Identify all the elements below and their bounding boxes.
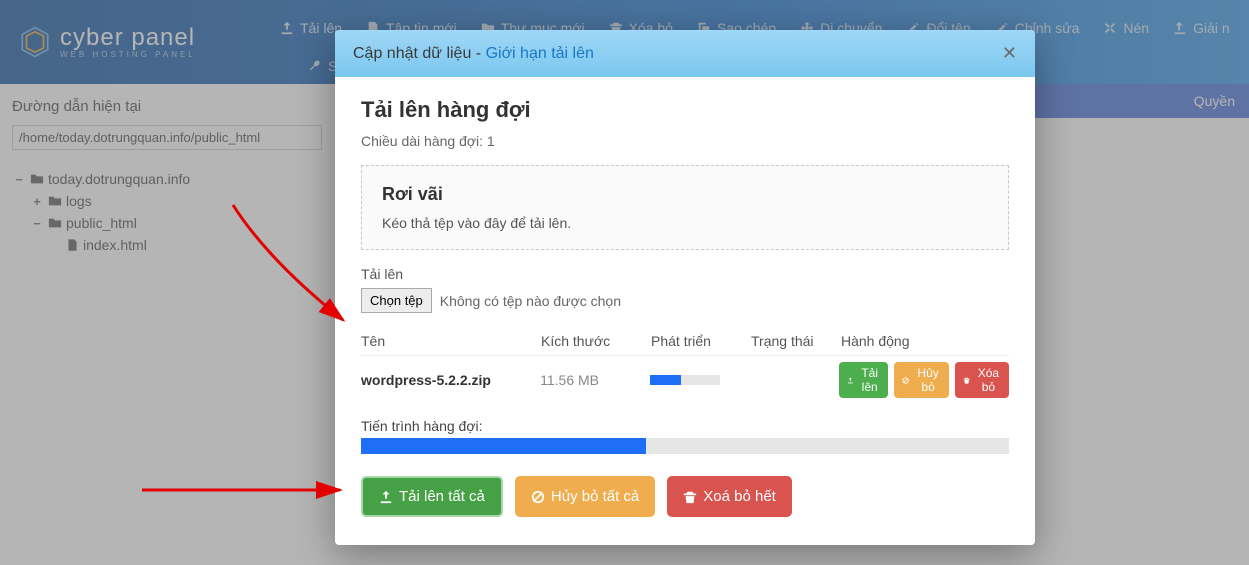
- remove-all-button[interactable]: Xoá bỏ hết: [667, 476, 792, 517]
- col-progress: Phát triển: [651, 333, 751, 349]
- col-size: Kích thước: [541, 333, 651, 349]
- queue-progress-label: Tiến trình hàng đợi:: [361, 418, 1009, 434]
- trash-icon: [683, 490, 697, 504]
- dropzone-title: Rơi vãi: [382, 184, 988, 205]
- upload-modal: Cập nhật dữ liệu - Giới hạn tải lên ✕ Tả…: [335, 30, 1035, 545]
- modal-title-link[interactable]: Giới hạn tải lên: [486, 45, 594, 62]
- upload-icon: [379, 490, 393, 504]
- queue-item: wordpress-5.2.2.zip 11.56 MB Tải lên Hủy…: [361, 356, 1009, 404]
- trash-icon: [963, 375, 970, 386]
- cancel-icon: [902, 375, 909, 386]
- modal-title: Cập nhật dữ liệu -: [353, 45, 486, 62]
- choose-file-button[interactable]: Chọn tệp: [361, 288, 432, 313]
- col-name: Tên: [361, 333, 541, 349]
- upload-queue-table: Tên Kích thước Phát triển Trạng thái Hàn…: [361, 327, 1009, 404]
- modal-header: Cập nhật dữ liệu - Giới hạn tải lên ✕: [335, 30, 1035, 77]
- row-cancel-button[interactable]: Hủy bỏ: [894, 362, 948, 398]
- upload-all-button[interactable]: Tải lên tất cả: [361, 476, 503, 517]
- col-status: Trạng thái: [751, 333, 841, 349]
- no-file-chosen-label: Không có tệp nào được chọn: [440, 293, 621, 309]
- queue-length-label: Chiều dài hàng đợi: 1: [361, 133, 1009, 149]
- queue-file-progress: [650, 375, 720, 385]
- row-remove-button[interactable]: Xóa bỏ: [955, 362, 1009, 398]
- cancel-all-button[interactable]: Hủy bỏ tất cả: [515, 476, 655, 517]
- cancel-icon: [531, 490, 545, 504]
- row-upload-button[interactable]: Tải lên: [839, 362, 889, 398]
- queue-file-size: 11.56 MB: [540, 372, 649, 388]
- file-drop-zone[interactable]: Rơi vãi Kéo thả tệp vào đây để tải lên.: [361, 165, 1009, 250]
- queue-file-name: wordpress-5.2.2.zip: [361, 372, 540, 388]
- upload-label: Tải lên: [361, 266, 1009, 282]
- close-icon[interactable]: ✕: [1002, 43, 1017, 64]
- col-action: Hành động: [841, 333, 1009, 349]
- dropzone-hint: Kéo thả tệp vào đây để tải lên.: [382, 215, 988, 231]
- upload-icon: [847, 375, 853, 386]
- upload-queue-heading: Tải lên hàng đợi: [361, 97, 1009, 123]
- queue-progress-bar: [361, 438, 1009, 454]
